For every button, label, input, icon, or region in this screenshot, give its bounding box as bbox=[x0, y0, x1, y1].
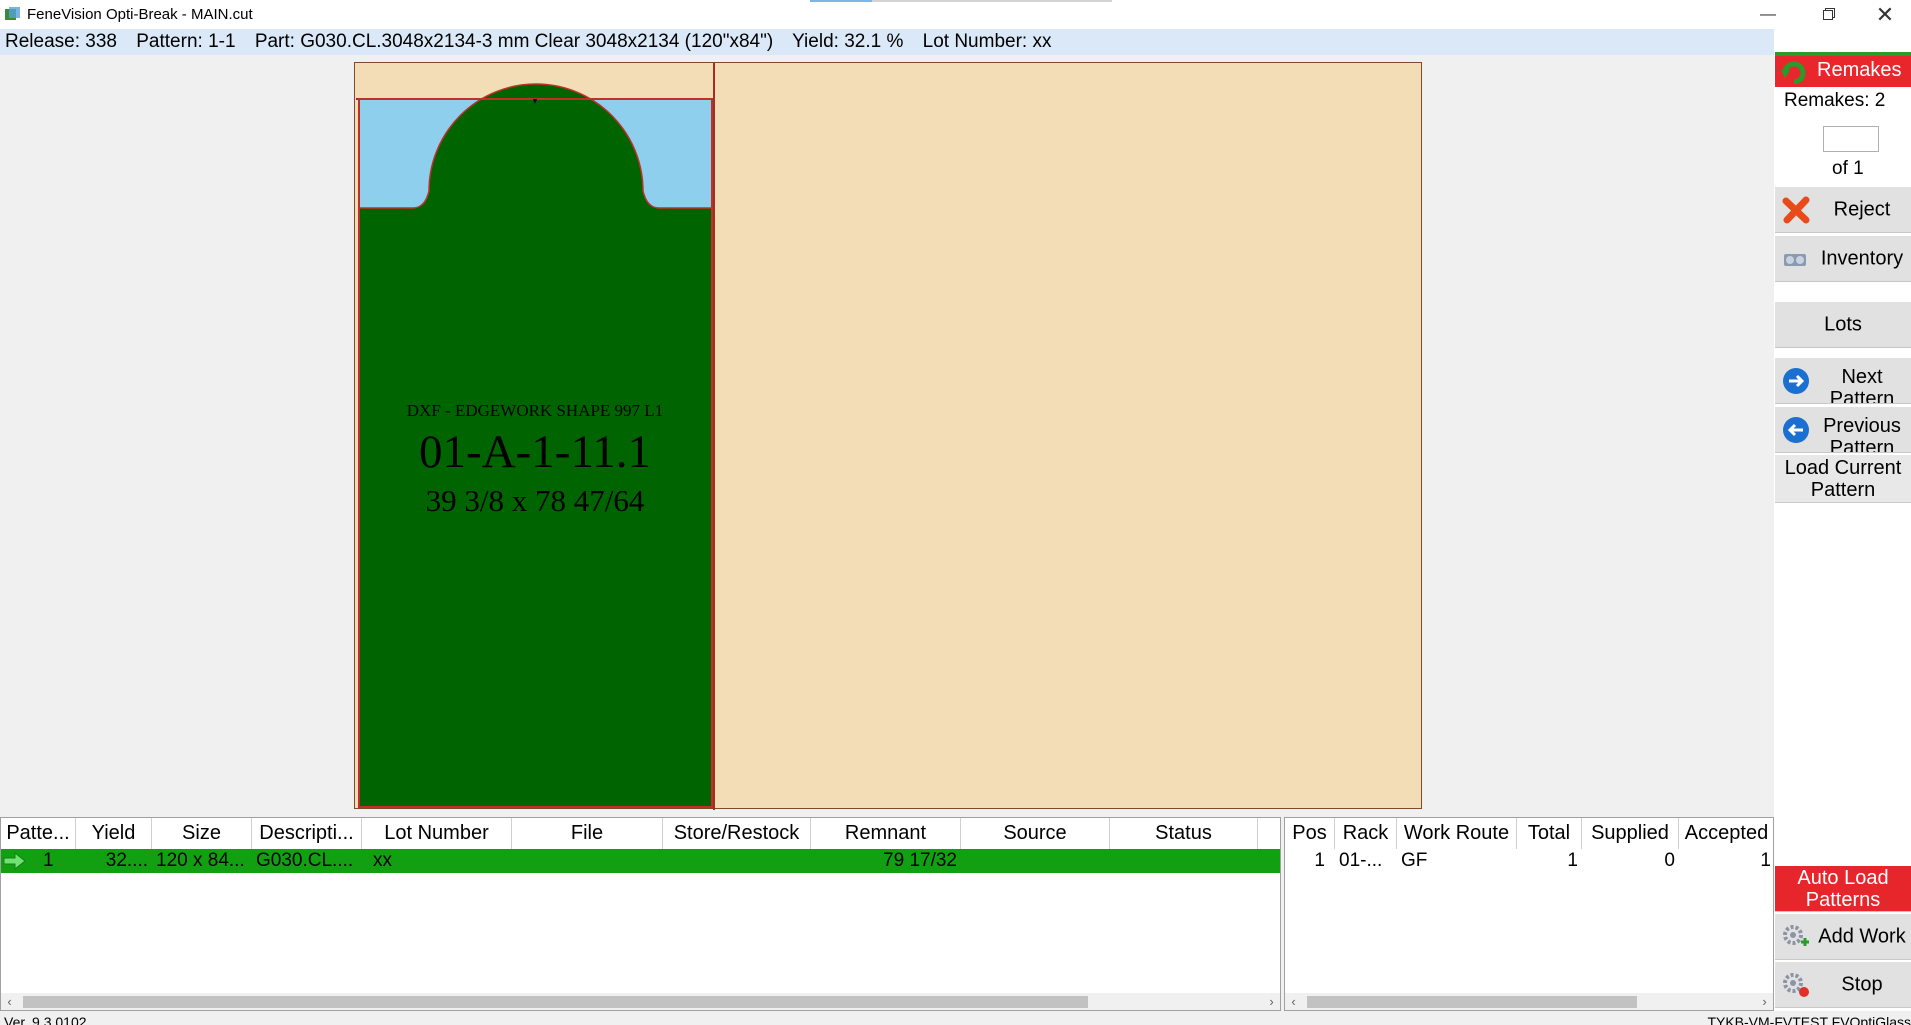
next-pattern-button[interactable]: Next Pattern bbox=[1775, 358, 1911, 404]
previous-pattern-label: Previous Pattern bbox=[1823, 415, 1901, 453]
title-accent bbox=[872, 0, 1112, 2]
remakes-button[interactable]: Remakes bbox=[1775, 52, 1911, 87]
scroll-right-icon[interactable]: › bbox=[1756, 993, 1773, 1010]
arrow-right-icon bbox=[1783, 367, 1809, 394]
gears-stop-icon bbox=[1783, 972, 1809, 997]
load-current-pattern-button[interactable]: Load Current Pattern bbox=[1775, 455, 1911, 503]
release-label: Release: 338 bbox=[5, 31, 117, 52]
pattern-label: Pattern: 1-1 bbox=[136, 31, 236, 52]
status-bar: Ver. 9.3.0102 TYKB-VM-FVTEST FVOptiGlass bbox=[0, 1011, 1911, 1025]
column-header[interactable]: Patte... bbox=[1, 818, 76, 849]
remakes-button-label: Remakes bbox=[1817, 59, 1902, 81]
column-header[interactable]: Rack bbox=[1335, 818, 1397, 849]
accepted-cell: 1 bbox=[1760, 850, 1771, 871]
column-header[interactable]: Lot Number bbox=[362, 818, 512, 849]
gears-add-icon bbox=[1783, 924, 1809, 946]
app-logo-icon bbox=[5, 7, 20, 20]
column-header[interactable]: Accepted bbox=[1679, 818, 1773, 849]
undo-arrow-icon bbox=[1781, 61, 1806, 84]
current-row-arrow-icon bbox=[3, 852, 26, 870]
lots-label: Lots bbox=[1824, 313, 1862, 335]
total-cell: 1 bbox=[1567, 850, 1578, 871]
table-row[interactable]: 1 01-... GF 1 0 1 bbox=[1285, 849, 1773, 873]
auto-load-patterns-label: Auto Load Patterns bbox=[1797, 866, 1889, 911]
window-title: FeneVision Opti-Break - MAIN.cut bbox=[27, 6, 253, 23]
column-header[interactable]: Supplied bbox=[1582, 818, 1679, 849]
part-size-label: 39 3/8 x 78 47/64 bbox=[425, 483, 645, 518]
column-header[interactable]: Descripti... bbox=[252, 818, 362, 849]
stop-button[interactable]: Stop bbox=[1775, 962, 1911, 1008]
page-of-label: of 1 bbox=[1832, 158, 1864, 179]
patterns-horizontal-scrollbar[interactable]: ‹ › bbox=[1, 993, 1280, 1010]
title-bar: FeneVision Opti-Break - MAIN.cut — ✕ bbox=[0, 0, 1911, 29]
add-work-button[interactable]: Add Work bbox=[1775, 914, 1911, 960]
parts-horizontal-scrollbar[interactable]: ‹ › bbox=[1285, 993, 1773, 1010]
table-row[interactable]: 1 32.... 120 x 84... G030.CL.... xx 79 1… bbox=[1, 849, 1280, 873]
inventory-button[interactable]: Inventory bbox=[1775, 236, 1911, 282]
column-header[interactable]: Remnant bbox=[811, 818, 961, 849]
rack-cell: 01-... bbox=[1339, 850, 1383, 871]
version-label: Ver. 9.3.0102 bbox=[4, 1014, 87, 1025]
store-restock-cell bbox=[663, 849, 811, 873]
table-header: Patte... Yield Size Descripti... Lot Num… bbox=[1, 818, 1280, 849]
part-id-label: 01-A-1-11.1 bbox=[419, 426, 651, 478]
close-button[interactable]: ✕ bbox=[1862, 0, 1908, 29]
table-header: Pos Rack Work Route Total Supplied Accep… bbox=[1285, 818, 1773, 849]
scroll-left-icon[interactable]: ‹ bbox=[1285, 993, 1302, 1010]
column-header[interactable]: Store/Restock bbox=[663, 818, 811, 849]
scrollbar-thumb[interactable] bbox=[23, 996, 1088, 1008]
column-header[interactable]: Total bbox=[1517, 818, 1582, 849]
pattern-cell: 1 bbox=[43, 850, 54, 871]
column-header[interactable]: Source bbox=[961, 818, 1110, 849]
restore-button[interactable] bbox=[1806, 0, 1852, 29]
lot-number-label: Lot Number: xx bbox=[922, 31, 1052, 52]
scroll-right-icon[interactable]: › bbox=[1263, 993, 1280, 1010]
patterns-table: Patte... Yield Size Descripti... Lot Num… bbox=[0, 817, 1281, 1011]
minimize-button[interactable]: — bbox=[1745, 0, 1791, 29]
arrow-left-icon bbox=[1783, 416, 1809, 443]
lots-button[interactable]: Lots bbox=[1775, 302, 1911, 348]
load-current-pattern-label: Load Current Pattern bbox=[1784, 456, 1902, 501]
auto-load-patterns-button[interactable]: Auto Load Patterns bbox=[1775, 866, 1911, 912]
supplied-cell: 0 bbox=[1664, 850, 1675, 871]
pos-cell: 1 bbox=[1314, 850, 1325, 871]
status-cell bbox=[1110, 849, 1258, 873]
title-accent bbox=[810, 0, 872, 2]
part-shape-label: DXF - EDGEWORK SHAPE 997 L1 bbox=[406, 401, 664, 420]
page-number-input[interactable] bbox=[1823, 126, 1879, 152]
lot-number-cell: xx bbox=[373, 850, 392, 871]
pattern-info-bar: Release: 338 Pattern: 1-1 Part: G030.CL.… bbox=[0, 29, 1774, 55]
next-pattern-label: Next Pattern bbox=[1829, 366, 1895, 404]
glass-sheet[interactable]: DXF - EDGEWORK SHAPE 997 L1 01-A-1-11.1 … bbox=[354, 62, 1422, 810]
column-header[interactable]: File bbox=[512, 818, 663, 849]
add-work-label: Add Work bbox=[1818, 925, 1906, 947]
file-cell bbox=[512, 849, 663, 873]
column-header[interactable]: Status bbox=[1110, 818, 1258, 849]
remakes-count: Remakes: 2 bbox=[1784, 90, 1886, 111]
scroll-left-icon[interactable]: ‹ bbox=[1, 993, 18, 1010]
column-header[interactable]: Size bbox=[152, 818, 252, 849]
inventory-icon bbox=[1784, 253, 1806, 266]
column-header[interactable]: Pos bbox=[1285, 818, 1335, 849]
inventory-label: Inventory bbox=[1820, 247, 1904, 269]
column-header[interactable]: Work Route bbox=[1397, 818, 1517, 849]
stop-label: Stop bbox=[1841, 973, 1883, 995]
scrollbar-thumb[interactable] bbox=[1307, 996, 1637, 1008]
source-cell bbox=[961, 849, 1110, 873]
restore-icon bbox=[1823, 8, 1835, 20]
column-header[interactable]: Yield bbox=[76, 818, 152, 849]
part-label: Part: G030.CL.3048x2134-3 mm Clear 3048x… bbox=[254, 31, 774, 52]
remnant-cell: 79 17/32 bbox=[883, 850, 957, 871]
host-label: TYKB-VM-FVTEST FVOptiGlass bbox=[1707, 1014, 1911, 1025]
reject-label: Reject bbox=[1833, 198, 1891, 220]
description-cell: G030.CL.... bbox=[256, 850, 354, 871]
reject-x-icon bbox=[1782, 196, 1810, 223]
yield-label: Yield: 32.1 % bbox=[792, 31, 904, 52]
parts-table: Pos Rack Work Route Total Supplied Accep… bbox=[1284, 817, 1774, 1011]
work-route-cell: GF bbox=[1401, 850, 1428, 871]
yield-cell: 32.... bbox=[105, 850, 148, 871]
reject-button[interactable]: Reject bbox=[1775, 187, 1911, 233]
size-cell: 120 x 84... bbox=[156, 850, 245, 871]
previous-pattern-button[interactable]: Previous Pattern bbox=[1775, 407, 1911, 453]
